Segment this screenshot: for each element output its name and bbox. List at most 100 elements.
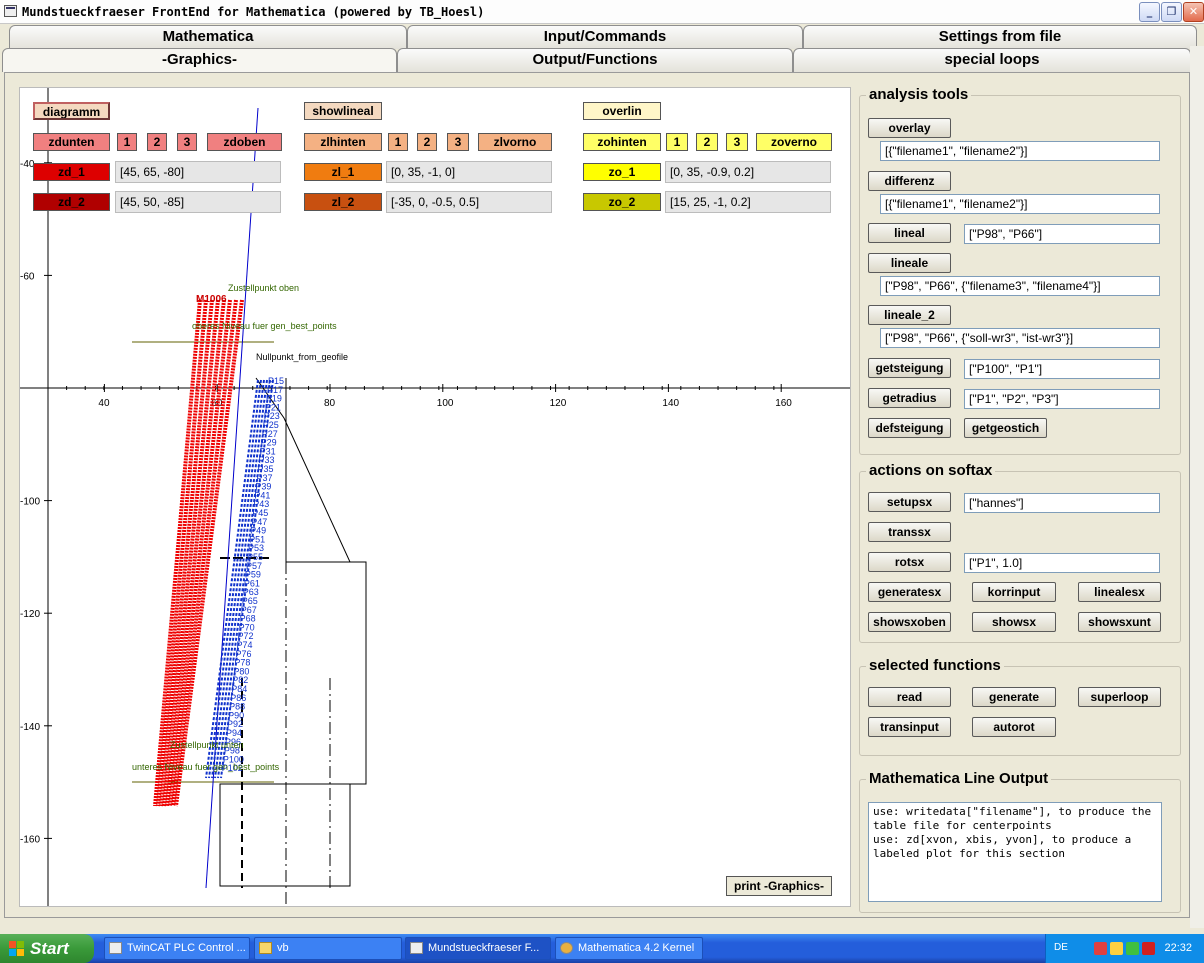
zohinten-button[interactable]: zohinten [583, 133, 661, 151]
task-label: Mathematica 4.2 Kernel [578, 942, 695, 954]
tab-graphics[interactable]: -Graphics- [2, 48, 397, 72]
tray-icon-1[interactable] [1094, 942, 1107, 955]
showsxunt-button[interactable]: showsxunt [1078, 612, 1161, 632]
taskbar: Start TwinCAT PLC Control ... vb Mundstu… [0, 934, 1204, 963]
twincat-icon [109, 942, 122, 954]
windows-flag-icon [9, 941, 25, 956]
minimize-button[interactable]: _ [1139, 2, 1160, 22]
zo-1-field[interactable]: [0, 35, -0.9, 0.2] [665, 161, 831, 183]
getradius-button[interactable]: getradius [868, 388, 951, 408]
start-button[interactable]: Start [0, 934, 94, 963]
transsx-button[interactable]: transsx [868, 522, 951, 542]
red-strand [165, 299, 226, 807]
zlvorno-button[interactable]: zlvorno [478, 133, 552, 151]
selected-functions-title: selected functions [866, 657, 1004, 674]
task-vb-folder[interactable]: vb [254, 937, 402, 960]
tab-input-commands[interactable]: Input/Commands [407, 25, 803, 49]
getsteigung-field[interactable]: ["P100", "P1"] [964, 359, 1160, 379]
overlay-button[interactable]: overlay [868, 118, 951, 138]
zd-1-button[interactable]: 1 [117, 133, 137, 151]
zl-3-button[interactable]: 3 [447, 133, 469, 151]
zl-2-set-button[interactable]: zl_2 [304, 193, 382, 211]
task-label: vb [277, 942, 289, 954]
task-mundstueckfraeser[interactable]: Mundstueckfraeser F... [405, 937, 551, 960]
app-window-icon [410, 942, 423, 954]
lineale-button[interactable]: lineale [868, 253, 951, 273]
tab-special-loops[interactable]: special loops [793, 48, 1191, 72]
getsteigung-button[interactable]: getsteigung [868, 358, 951, 378]
superloop-button[interactable]: superloop [1078, 687, 1161, 707]
read-button[interactable]: read [868, 687, 951, 707]
zlhinten-button[interactable]: zlhinten [304, 133, 382, 151]
korrinput-button[interactable]: korrinput [972, 582, 1056, 602]
generatesx-button[interactable]: generatesx [868, 582, 951, 602]
overlay-field[interactable]: [{"filename1", "filename2"}] [880, 141, 1160, 161]
zdunten-button[interactable]: zdunten [33, 133, 110, 151]
zl-1-set-button[interactable]: zl_1 [304, 163, 382, 181]
tab-output-functions[interactable]: Output/Functions [397, 48, 793, 72]
generate-button[interactable]: generate [972, 687, 1056, 707]
lineale-field[interactable]: ["P98", "P66", {"filename3", "filename4"… [880, 276, 1160, 296]
zd-3-button[interactable]: 3 [177, 133, 197, 151]
zo-1-set-button[interactable]: zo_1 [583, 163, 661, 181]
x-tick-label: 80 [324, 398, 336, 409]
zl-1-button[interactable]: 1 [388, 133, 408, 151]
getradius-field[interactable]: ["P1", "P2", "P3"] [964, 389, 1160, 409]
zd-1-set-button[interactable]: zd_1 [33, 163, 110, 181]
application-window: Mundstueckfraeser FrontEnd for Mathemati… [0, 0, 1204, 963]
overlin-button[interactable]: overlin [583, 102, 661, 120]
autorot-button[interactable]: autorot [972, 717, 1056, 737]
tab-settings-from-file[interactable]: Settings from file [803, 25, 1197, 49]
zoverno-button[interactable]: zoverno [756, 133, 832, 151]
transinput-button[interactable]: transinput [868, 717, 951, 737]
annotation-oberes-niveau: oberes Niveau fuer gen_best_points [192, 321, 337, 331]
zo-2-set-button[interactable]: zo_2 [583, 193, 661, 211]
task-mathematica-kernel[interactable]: Mathematica 4.2 Kernel [555, 937, 703, 960]
task-label: TwinCAT PLC Control ... [127, 942, 246, 954]
tray-icon-3[interactable] [1126, 942, 1139, 955]
language-indicator[interactable]: DE [1054, 942, 1068, 953]
zl-2-field[interactable]: [-35, 0, -0.5, 0.5] [386, 191, 552, 213]
getgeostich-button[interactable]: getgeostich [964, 418, 1047, 438]
showlineal-button[interactable]: showlineal [304, 102, 382, 120]
mathematica-icon [560, 942, 573, 954]
setupsx-field[interactable]: ["hannes"] [964, 493, 1160, 513]
differenz-field[interactable]: [{"filename1", "filename2"}] [880, 194, 1160, 214]
zo-3-button[interactable]: 3 [726, 133, 748, 151]
y-tick-label: -120 [20, 609, 40, 620]
lineale-2-button[interactable]: lineale_2 [868, 305, 951, 325]
showsx-button[interactable]: showsx [972, 612, 1056, 632]
task-twincat[interactable]: TwinCAT PLC Control ... [104, 937, 250, 960]
rotsx-field[interactable]: ["P1", 1.0] [964, 553, 1160, 573]
clock: 22:32 [1164, 942, 1192, 954]
differenz-button[interactable]: differenz [868, 171, 951, 191]
diagramm-button[interactable]: diagramm [33, 102, 110, 120]
setupsx-button[interactable]: setupsx [868, 492, 951, 512]
linealesx-button[interactable]: linealesx [1078, 582, 1161, 602]
zo-1-button[interactable]: 1 [666, 133, 688, 151]
zd-2-button[interactable]: 2 [147, 133, 167, 151]
lineal-field[interactable]: ["P98", "P66"] [964, 224, 1160, 244]
print-graphics-button[interactable]: print -Graphics- [726, 876, 832, 896]
zo-2-field[interactable]: [15, 25, -1, 0.2] [665, 191, 831, 213]
zd-2-field[interactable]: [45, 50, -85] [115, 191, 281, 213]
tray-icon-4[interactable] [1142, 942, 1155, 955]
showsxoben-button[interactable]: showsxoben [868, 612, 951, 632]
zd-1-field[interactable]: [45, 65, -80] [115, 161, 281, 183]
tray-icon-2[interactable] [1110, 942, 1123, 955]
maximize-button[interactable]: ❐ [1161, 2, 1182, 22]
zo-2-button[interactable]: 2 [696, 133, 718, 151]
lineale-2-field[interactable]: ["P98", "P66", {"soll-wr3", "ist-wr3"}] [880, 328, 1160, 348]
zdoben-button[interactable]: zdoben [207, 133, 282, 151]
defsteigung-button[interactable]: defsteigung [868, 418, 951, 438]
x-tick-label: 100 [437, 398, 454, 409]
zl-2-button[interactable]: 2 [417, 133, 437, 151]
window-scrollbar[interactable] [1190, 46, 1204, 928]
rotsx-button[interactable]: rotsx [868, 552, 951, 572]
tab-mathematica[interactable]: Mathematica [9, 25, 407, 49]
line-output-text[interactable]: use: writedata["filename"], to produce t… [868, 802, 1162, 902]
zd-2-set-button[interactable]: zd_2 [33, 193, 110, 211]
zl-1-field[interactable]: [0, 35, -1, 0] [386, 161, 552, 183]
lineal-button[interactable]: lineal [868, 223, 951, 243]
close-button[interactable]: ✕ [1183, 2, 1204, 22]
